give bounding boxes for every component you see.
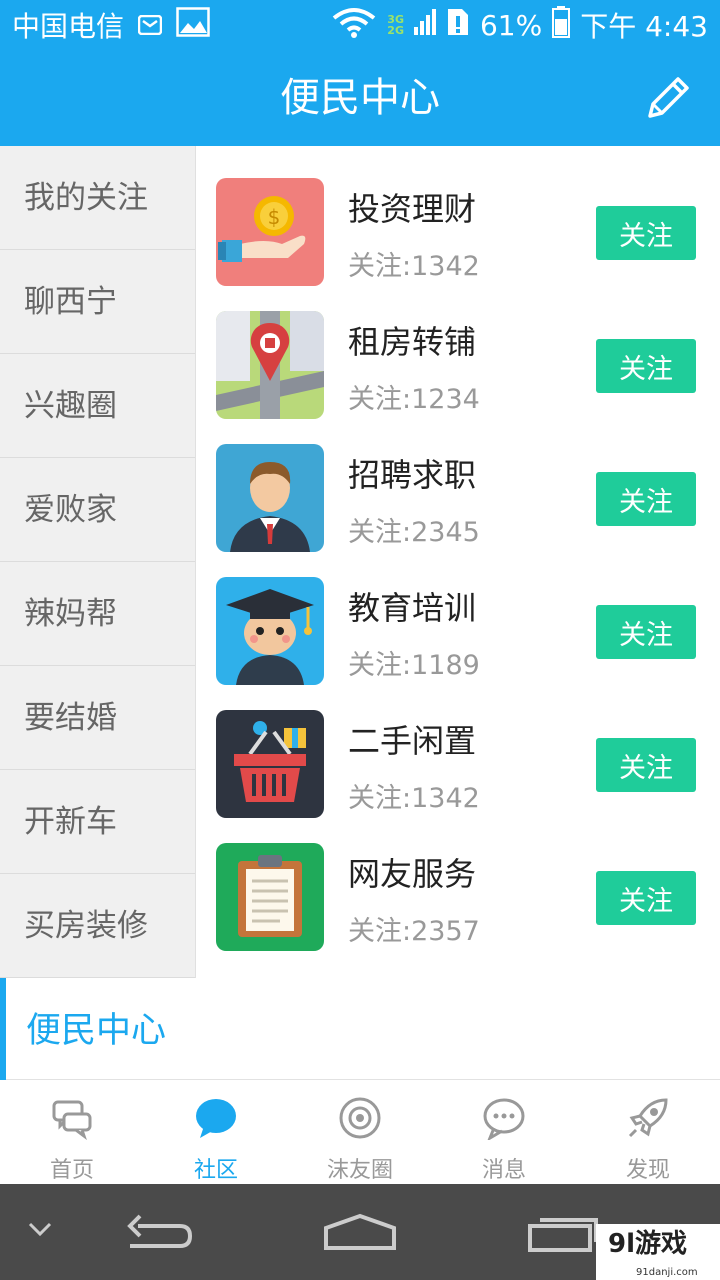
sidebar-item-my-follows[interactable]: 我的关注	[0, 146, 195, 250]
follow-button[interactable]: 关注	[596, 472, 696, 526]
tab-friends-circle[interactable]: 沫友圈	[288, 1080, 432, 1184]
item-follow-count: 关注:2357	[348, 916, 480, 947]
item-title: 招聘求职	[348, 456, 477, 494]
tab-community[interactable]: 社区	[144, 1080, 288, 1184]
item-follow-count: 关注:1342	[348, 251, 480, 282]
mail-icon	[137, 9, 163, 42]
list-item[interactable]: 招聘求职 关注:2345 关注	[196, 412, 720, 552]
tab-label: 社区	[193, 1158, 238, 1183]
signal-icon	[413, 7, 436, 44]
page-title: 便民中心	[280, 75, 440, 121]
sidebar-item-interest[interactable]: 兴趣圈	[0, 354, 195, 458]
sidebar-item-moms[interactable]: 辣妈帮	[0, 562, 195, 666]
chevron-down-icon[interactable]	[26, 1218, 54, 1238]
network-type: 3G 2G	[387, 13, 404, 37]
item-follow-count: 关注:1189	[348, 650, 480, 681]
svg-text:$: $	[268, 205, 281, 229]
list-item[interactable]: 网友服务 关注:2357 关注	[196, 811, 720, 951]
item-follow-count: 关注:1234	[348, 384, 480, 415]
pencil-icon	[648, 77, 689, 118]
item-title: 教育培训	[348, 589, 477, 627]
sidebar-item-cars[interactable]: 开新车	[0, 770, 195, 874]
tab-messages[interactable]: 消息	[432, 1080, 576, 1184]
tab-label: 消息	[481, 1158, 526, 1183]
graduate-icon	[216, 577, 324, 685]
category-sidebar: 我的关注 聊西宁 兴趣圈 爱败家 辣妈帮 要结婚 开新车 买房装修	[0, 146, 196, 978]
service-list: $ 投资理财 关注:1342 关注 租房转铺 关注:1234 关注 招聘求职 关…	[196, 146, 720, 951]
item-follow-count: 关注:2345	[348, 517, 480, 548]
coin-hand-icon: $	[216, 178, 324, 286]
tab-home[interactable]: 首页	[0, 1080, 144, 1184]
sidebar-item-home-decor[interactable]: 买房装修	[0, 874, 195, 978]
battery-percent: 61%	[479, 8, 543, 42]
item-title: 网友服务	[348, 855, 477, 893]
sidebar-item-label: 便民中心	[26, 1011, 167, 1051]
tab-discover[interactable]: 发现	[576, 1080, 720, 1184]
recent-apps-icon[interactable]	[526, 1216, 598, 1256]
follow-button[interactable]: 关注	[596, 339, 696, 393]
tab-label: 发现	[625, 1158, 670, 1183]
speech-bubble-icon	[196, 1099, 236, 1138]
follow-button[interactable]: 关注	[596, 605, 696, 659]
item-title: 二手闲置	[348, 722, 477, 760]
chat-bubbles-icon	[52, 1100, 92, 1140]
wifi-icon	[331, 6, 377, 45]
basket-icon	[216, 710, 324, 818]
item-title: 租房转铺	[348, 323, 477, 361]
active-indicator	[0, 978, 6, 1080]
tab-label: 首页	[49, 1158, 94, 1183]
eye-circle-icon	[339, 1097, 381, 1139]
businessman-icon	[216, 444, 324, 552]
battery-icon	[552, 5, 571, 45]
sidebar-item-wedding[interactable]: 要结婚	[0, 666, 195, 770]
edit-button[interactable]	[642, 72, 694, 124]
clock: 下午 4:43	[580, 10, 708, 43]
home-icon[interactable]	[322, 1212, 398, 1252]
image-icon	[176, 6, 210, 44]
map-pin-icon	[216, 311, 324, 419]
clipboard-icon	[216, 843, 324, 951]
list-item[interactable]: 二手闲置 关注:1342 关注	[196, 678, 720, 818]
bottom-tab-bar: 首页 社区 沫友圈 消息 发现	[0, 1080, 720, 1184]
system-nav-bar: 9l游戏 91danji.com	[0, 1184, 720, 1280]
rocket-icon	[628, 1098, 668, 1138]
list-item[interactable]: 租房转铺 关注:1234 关注	[196, 279, 720, 419]
carrier-label: 中国电信	[12, 10, 125, 43]
sidebar-item-xining[interactable]: 聊西宁	[0, 250, 195, 354]
follow-button[interactable]: 关注	[596, 206, 696, 260]
item-title: 投资理财	[348, 190, 477, 228]
message-dots-icon	[483, 1098, 525, 1140]
status-bar: 中国电信 3G 2G 61% 下午 4:43	[0, 0, 720, 50]
tab-label: 沫友圈	[326, 1158, 393, 1183]
sidebar-item-service-center[interactable]: 便民中心	[0, 978, 720, 1080]
follow-button[interactable]: 关注	[596, 738, 696, 792]
sim-alert-icon	[446, 7, 470, 44]
watermark-logo: 9l游戏 91danji.com	[596, 1224, 720, 1280]
back-icon[interactable]	[124, 1214, 196, 1254]
list-item[interactable]: $ 投资理财 关注:1342 关注	[196, 146, 720, 286]
item-follow-count: 关注:1342	[348, 783, 480, 814]
list-item[interactable]: 教育培训 关注:1189 关注	[196, 545, 720, 685]
follow-button[interactable]: 关注	[596, 871, 696, 925]
sidebar-item-shopping[interactable]: 爱败家	[0, 458, 195, 562]
app-header: 便民中心	[0, 50, 720, 146]
